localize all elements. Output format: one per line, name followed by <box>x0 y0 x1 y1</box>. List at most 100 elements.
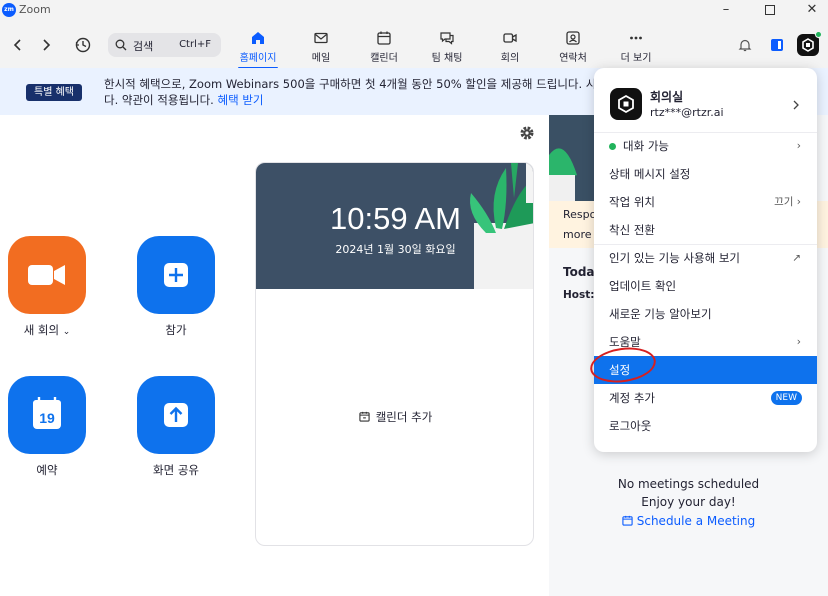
plus-icon <box>164 263 188 287</box>
notice-line1: Respo <box>563 208 597 221</box>
zoom-logo: zm <box>2 3 16 17</box>
video-camera-icon <box>28 265 65 285</box>
mail-icon <box>314 32 328 44</box>
tab-more[interactable]: 더 보기 <box>606 30 666 68</box>
host-label: Host: <box>563 289 595 301</box>
calendar-icon <box>377 31 391 45</box>
history-icon[interactable] <box>74 36 92 54</box>
forward-icon[interactable] <box>37 36 55 54</box>
add-calendar-label: 캘린더 추가 <box>375 410 433 424</box>
join-action[interactable]: 참가 <box>126 236 226 338</box>
join-button[interactable] <box>137 236 215 314</box>
profile-email: rtz***@rtzr.ai <box>650 106 724 119</box>
profile-name: 회의실 <box>650 90 684 104</box>
search-shortcut: Ctrl+F <box>179 39 211 50</box>
add-account-label: 계정 추가 <box>609 391 655 405</box>
no-meetings-line1: No meetings scheduled <box>617 477 760 491</box>
clock-date: 2024년 1월 30일 화요일 <box>335 243 456 256</box>
chevron-right-icon: › <box>796 140 801 152</box>
close-button[interactable]: ✕ <box>798 1 826 19</box>
schedule-label: 예약 <box>36 463 58 477</box>
tab-label: 더 보기 <box>620 53 652 64</box>
back-icon[interactable] <box>9 36 27 54</box>
promo-link[interactable]: 혜택 받기 <box>218 93 264 107</box>
schedule-meeting-link[interactable]: Schedule a Meeting <box>549 514 828 528</box>
toolbar: 검색 Ctrl+F 홈페이지 메일 캘린더 팀 채팅 회의 연락처 더 보기 <box>0 20 828 69</box>
new-meeting-action[interactable]: 새 회의 ⌄ <box>0 236 97 338</box>
tab-meetings[interactable]: 회의 <box>480 30 540 68</box>
bell-icon[interactable] <box>737 37 753 53</box>
tab-mail[interactable]: 메일 <box>291 30 351 68</box>
menu-item-call-forwarding[interactable]: 착신 전환 <box>594 216 817 244</box>
menu-item-add-account[interactable]: 계정 추가 NEW <box>594 384 817 412</box>
new-meeting-label-text: 새 회의 <box>23 323 60 337</box>
tab-team-chat[interactable]: 팀 채팅 <box>417 30 477 68</box>
join-label: 참가 <box>165 323 187 337</box>
title-bar: zm Zoom – ✕ <box>0 0 828 20</box>
gear-icon[interactable] <box>519 125 535 141</box>
clock-card: 10:59 AM 2024년 1월 30일 화요일 캘린더 추가 <box>255 162 534 546</box>
clock-header: 10:59 AM 2024년 1월 30일 화요일 <box>256 163 533 289</box>
share-screen-label: 화면 공유 <box>153 463 199 477</box>
search-box[interactable]: 검색 Ctrl+F <box>108 33 221 57</box>
status-dot-icon <box>609 143 616 150</box>
schedule-action[interactable]: 19 예약 <box>0 376 97 478</box>
presence-dot <box>815 31 822 38</box>
no-meetings-text: No meetings scheduled Enjoy your day! <box>549 475 828 511</box>
calendar-icon <box>622 515 633 526</box>
share-screen-button[interactable] <box>137 376 215 454</box>
menu-item-work-location[interactable]: 작업 위치 끄기 › <box>594 188 817 216</box>
maximize-button[interactable] <box>756 1 784 19</box>
menu-item-new-features[interactable]: 새로운 기능 알아보기 <box>594 300 817 328</box>
tab-calendar[interactable]: 캘린더 <box>354 30 414 68</box>
tab-label: 캘린더 <box>370 53 398 64</box>
no-meetings-line2: Enjoy your day! <box>641 495 736 509</box>
menu-item-logout[interactable]: 로그아웃 <box>594 412 817 440</box>
promo-text-line1: 한시적 혜택으로, Zoom Webinars 500을 구매하면 첫 4개월 … <box>104 77 597 91</box>
calendar-add-icon <box>359 411 370 422</box>
maximize-icon <box>765 5 775 15</box>
share-screen-action[interactable]: 화면 공유 <box>126 376 226 478</box>
tab-label: 팀 채팅 <box>431 53 463 64</box>
search-label: 검색 <box>133 40 154 53</box>
promo-badge: 특별 혜택 <box>26 84 82 101</box>
more-icon <box>630 36 642 40</box>
menu-item-status-message[interactable]: 상태 메시지 설정 <box>594 160 817 188</box>
share-arrow-icon <box>164 403 188 427</box>
popular-features-label: 인기 있는 기능 사용해 보기 <box>609 251 741 265</box>
tab-label: 회의 <box>500 53 520 64</box>
minimize-button[interactable]: – <box>712 1 740 19</box>
home-icon <box>252 32 264 44</box>
menu-item-check-updates[interactable]: 업데이트 확인 <box>594 272 817 300</box>
work-location-value-text: 끄기 <box>774 196 794 208</box>
menu-item-popular-features[interactable]: 인기 있는 기능 사용해 보기 ↗ <box>594 244 817 272</box>
new-meeting-label: 새 회의 ⌄ <box>0 322 97 338</box>
work-location-value: 끄기 › <box>774 196 801 208</box>
panel-plant-icon <box>549 148 577 201</box>
contacts-icon <box>566 31 580 45</box>
tab-label: 홈페이지 <box>239 53 277 64</box>
panel-illustration <box>549 115 599 201</box>
menu-avatar <box>610 88 642 120</box>
profile-avatar-button[interactable] <box>797 31 822 56</box>
work-location-label: 작업 위치 <box>609 195 655 209</box>
menu-item-status[interactable]: 대화 가능 › <box>594 132 817 160</box>
chevron-right-icon: › <box>796 336 801 348</box>
tab-contacts[interactable]: 연락처 <box>543 30 603 68</box>
video-icon <box>503 33 517 43</box>
new-badge: NEW <box>770 391 802 405</box>
calendar-19-icon: 19 <box>33 397 61 429</box>
status-label: 대화 가능 <box>623 139 669 153</box>
panel-toggle-icon[interactable] <box>769 37 785 53</box>
tab-home[interactable]: 홈페이지 <box>228 30 288 69</box>
search-icon <box>115 39 127 51</box>
external-link-icon: ↗ <box>792 252 801 264</box>
chevron-right-icon[interactable] <box>792 100 800 110</box>
schedule-button[interactable]: 19 <box>8 376 86 454</box>
add-calendar-link[interactable]: 캘린더 추가 <box>256 409 533 425</box>
schedule-meeting-label: Schedule a Meeting <box>636 514 756 528</box>
chevron-down-icon[interactable]: ⌄ <box>63 327 71 337</box>
tab-label: 메일 <box>311 53 331 64</box>
new-meeting-button[interactable] <box>8 236 86 314</box>
svg-text:19: 19 <box>39 410 55 426</box>
